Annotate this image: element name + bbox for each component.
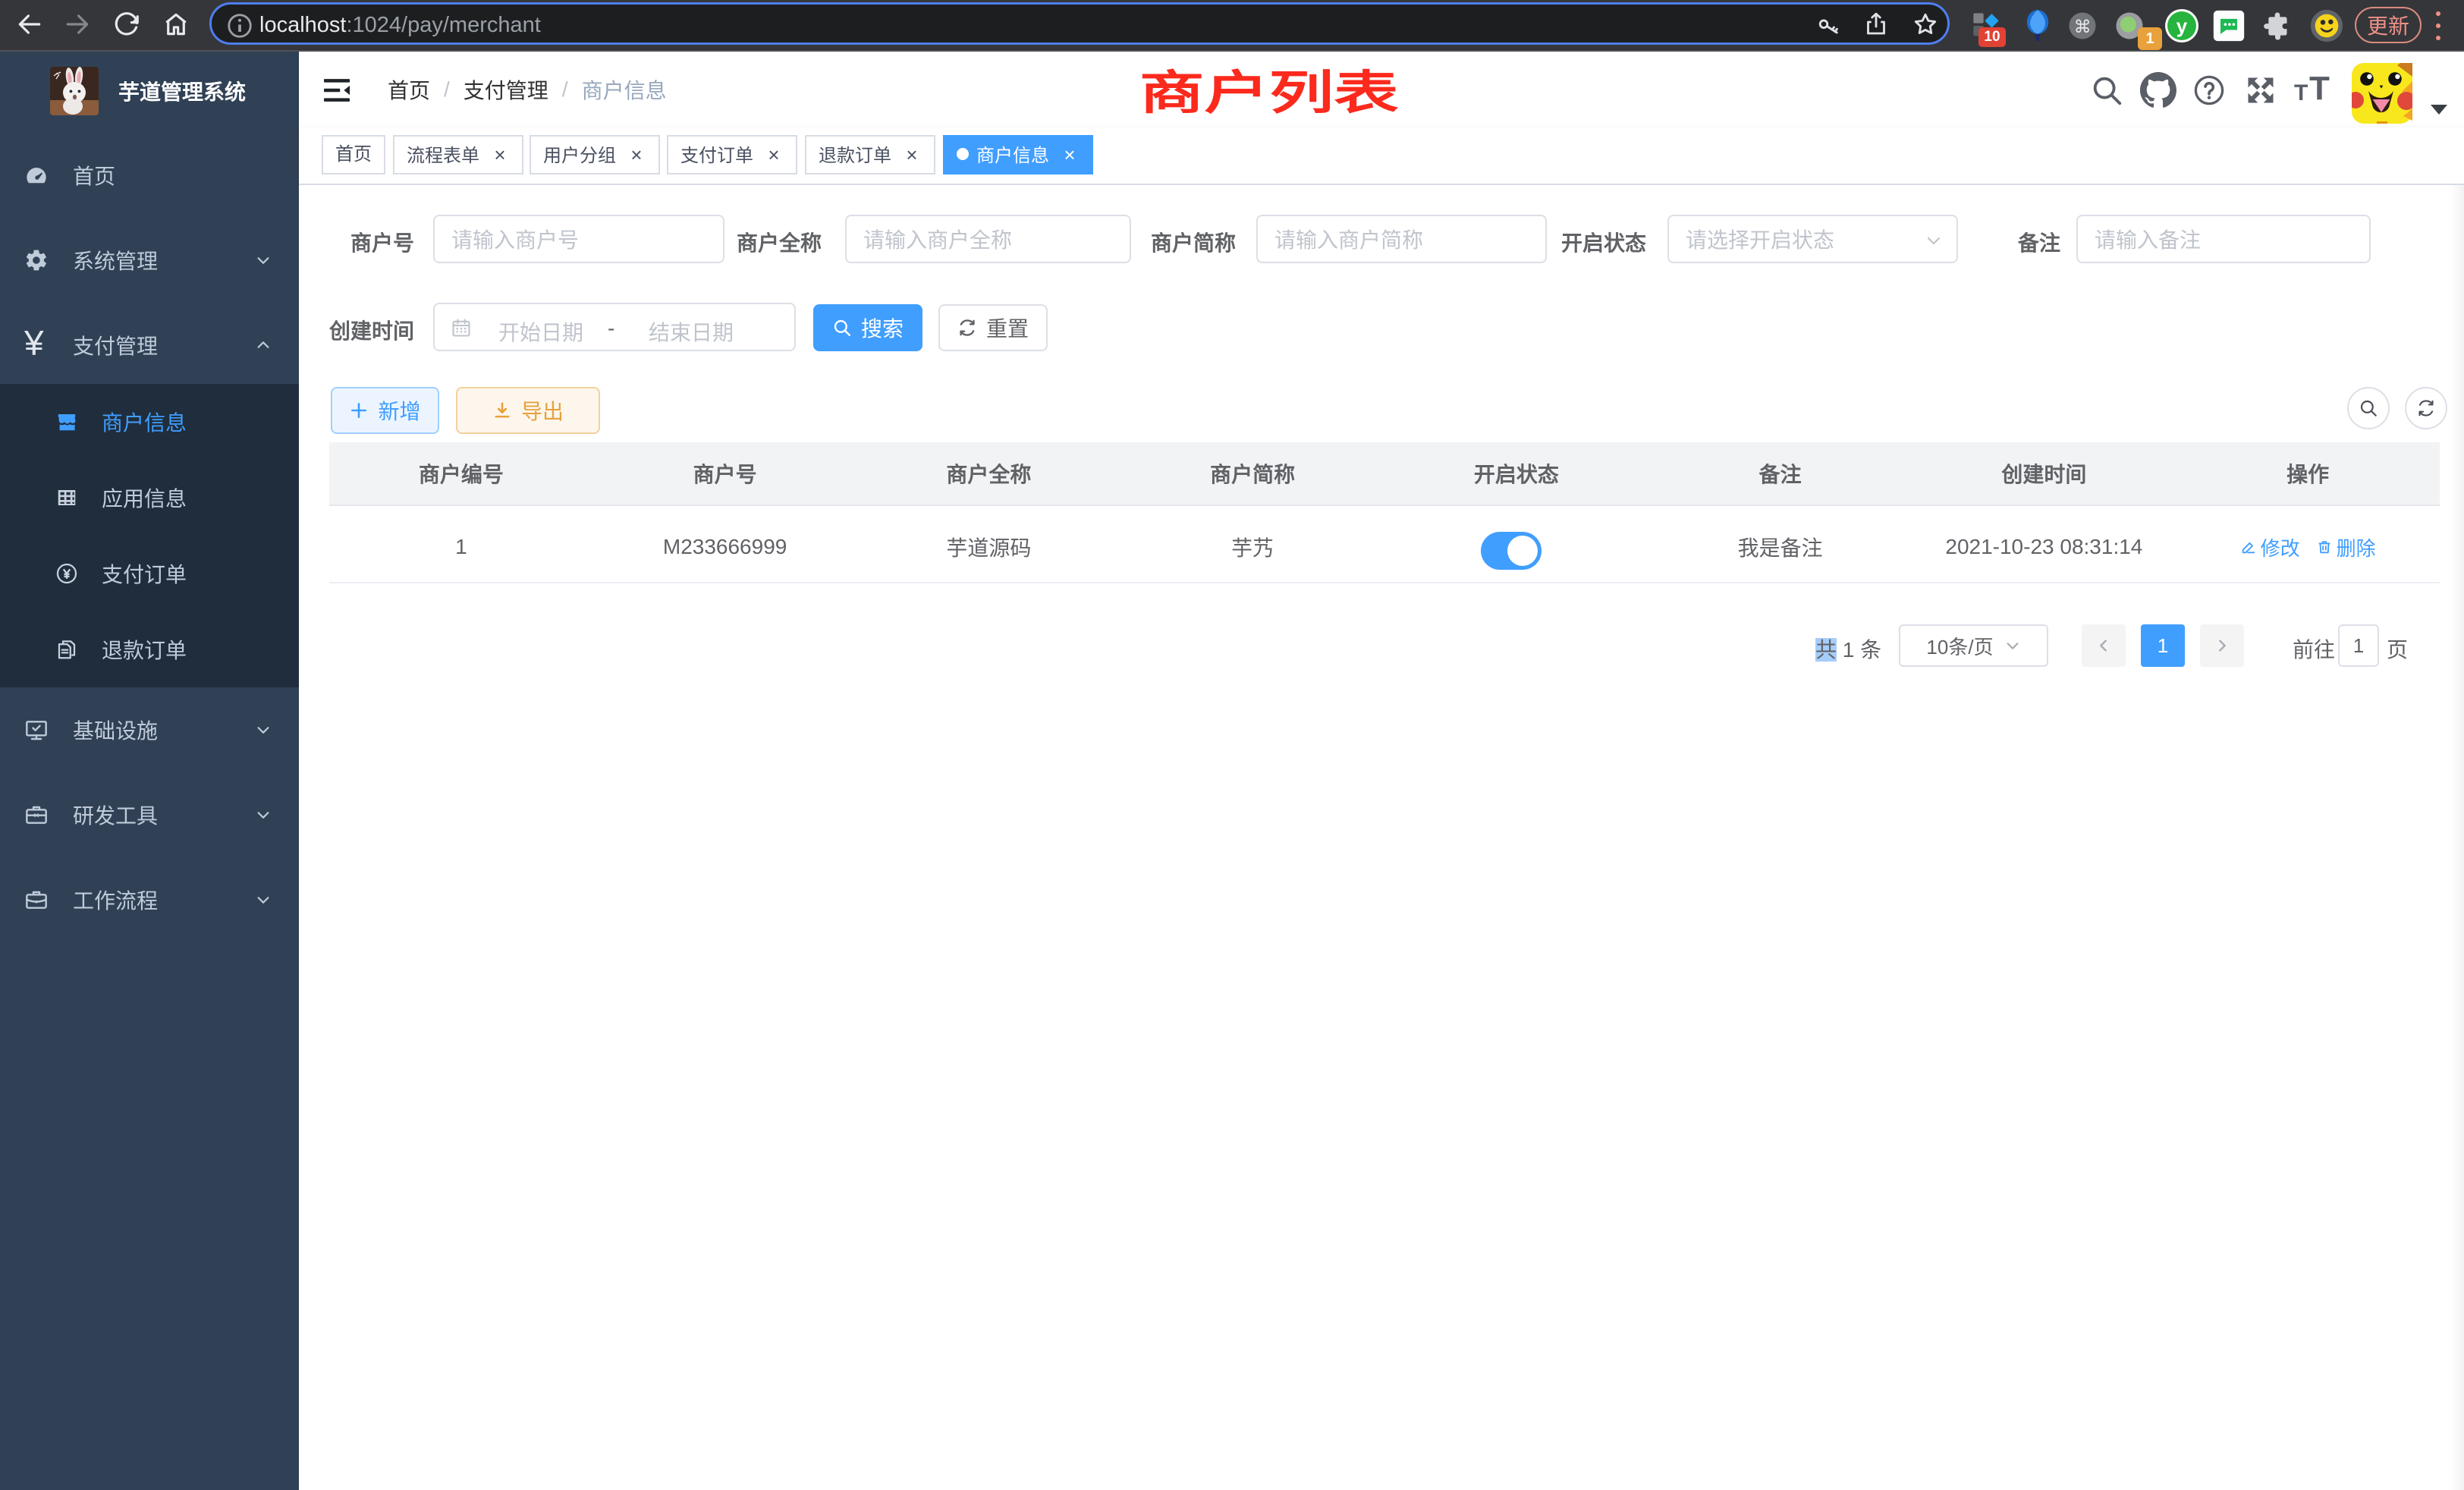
svg-text:⌘: ⌘	[2074, 17, 2092, 36]
svg-text:y: y	[2176, 14, 2188, 37]
